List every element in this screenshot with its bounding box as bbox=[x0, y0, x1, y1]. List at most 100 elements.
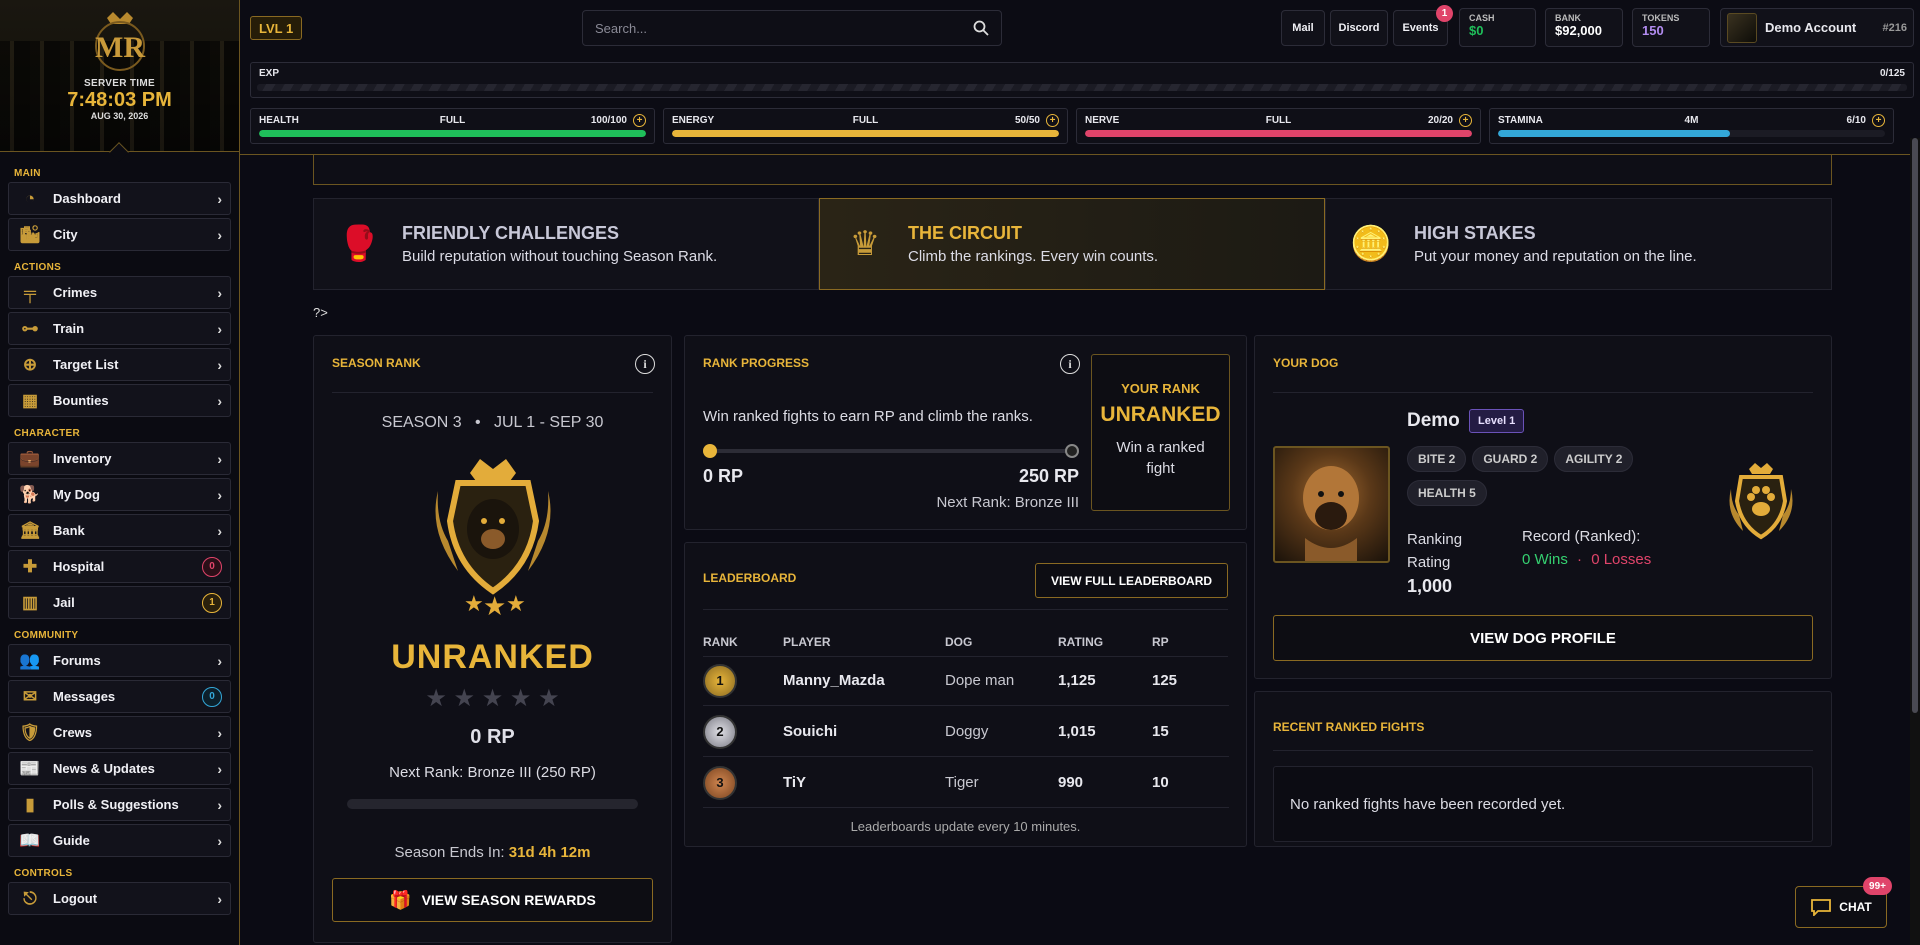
bar-status: 4M bbox=[1684, 115, 1699, 126]
bank-stat[interactable]: BANK $92,000 bbox=[1545, 8, 1623, 47]
your-dog-title: YOUR DOG bbox=[1273, 356, 1339, 370]
player-name[interactable]: TiY bbox=[783, 774, 806, 791]
sidebar-item-label: Dashboard bbox=[53, 191, 121, 206]
rank-medal-icon: 1 bbox=[703, 663, 737, 698]
sidebar-item-crews[interactable]: 🛡 Crews › bbox=[8, 716, 231, 749]
season-info-icon[interactable]: i bbox=[635, 354, 655, 374]
sidebar-item-jail[interactable]: ▥ Jail 1 bbox=[8, 586, 231, 619]
sidebar-item-label: Logout bbox=[53, 891, 98, 906]
sidebar-item-hospital[interactable]: ✚ Hospital 0 bbox=[8, 550, 231, 583]
sidebar-item-forums[interactable]: 👥 Forums › bbox=[8, 644, 231, 677]
sidebar-item-crimes[interactable]: ╤ Crimes › bbox=[8, 276, 231, 309]
progress-info-icon[interactable]: i bbox=[1060, 354, 1080, 374]
events-button[interactable]: Events 1 bbox=[1393, 5, 1453, 46]
chat-bubble-icon bbox=[1811, 899, 1832, 916]
bar-track bbox=[672, 130, 1059, 137]
table-row[interactable]: 1 Manny_Mazda Dope man 1,125 125 bbox=[703, 656, 1229, 706]
season-ends-label: Season Ends In: bbox=[394, 844, 505, 861]
table-row[interactable]: 2 Souichi Doggy 1,015 15 bbox=[703, 707, 1229, 757]
sidebar-item-inventory[interactable]: 💼 Inventory › bbox=[8, 442, 231, 475]
player-name[interactable]: Souichi bbox=[783, 723, 837, 740]
season-next-rank: Next Rank: Bronze III (250 RP) bbox=[389, 764, 596, 781]
sidebar-item-dashboard[interactable]: ◔ Dashboard › bbox=[8, 182, 231, 215]
view-dog-profile-button[interactable]: VIEW DOG PROFILE bbox=[1273, 615, 1813, 661]
rank-progress-card: RANK PROGRESS i Win ranked fights to ear… bbox=[684, 335, 1247, 530]
sidebar-item-label: Forums bbox=[53, 653, 101, 668]
sidebar-item-messages[interactable]: ✉ Messages 0 bbox=[8, 680, 231, 713]
bar-fill bbox=[1085, 130, 1472, 137]
divider bbox=[332, 392, 653, 393]
leaderboard-card: LEADERBOARD VIEW FULL LEADERBOARD RANK PL… bbox=[684, 542, 1247, 847]
bar-track bbox=[259, 130, 646, 137]
exp-track bbox=[257, 84, 1907, 91]
column-header: RANK bbox=[703, 635, 738, 649]
rottweiler-crest-icon: ★ ★ ★ bbox=[418, 451, 568, 621]
scrollbar-thumb[interactable] bbox=[1912, 138, 1918, 713]
search-box[interactable] bbox=[582, 10, 1002, 46]
sidebar-item-bank[interactable]: 🏛 Bank › bbox=[8, 514, 231, 547]
discord-button[interactable]: Discord bbox=[1330, 10, 1388, 46]
tokens-stat[interactable]: TOKENS 150 bbox=[1632, 8, 1710, 47]
users-icon: 👥 bbox=[19, 650, 41, 670]
table-row[interactable]: 3 TiY Tiger 990 10 bbox=[703, 758, 1229, 808]
chat-button[interactable]: CHAT 99+ bbox=[1795, 877, 1892, 928]
sidebar-item-label: My Dog bbox=[53, 487, 100, 502]
column-header: DOG bbox=[945, 635, 973, 649]
mode-tab-the-circuit[interactable]: ♛ THE CIRCUIT Climb the rankings. Every … bbox=[819, 198, 1325, 290]
leaderboard-title: LEADERBOARD bbox=[703, 571, 797, 585]
mode-tab-high-stakes[interactable]: 🪙 HIGH STAKES Put your money and reputat… bbox=[1325, 198, 1832, 290]
view-full-leaderboard-button[interactable]: VIEW FULL LEADERBOARD bbox=[1035, 563, 1228, 598]
season-ends: Season Ends In: 31d 4h 12m bbox=[314, 844, 671, 861]
sidebar-item-news-updates[interactable]: 📰 News & Updates › bbox=[8, 752, 231, 785]
dog-icon: 🐕 bbox=[19, 484, 41, 504]
sidebar-section-title: CONTROLS bbox=[14, 868, 73, 879]
rp-current-marker bbox=[703, 444, 717, 458]
sidebar-item-target-list[interactable]: ⊕ Target List › bbox=[8, 348, 231, 381]
exp-value: 0/125 bbox=[1879, 68, 1905, 79]
mail-button[interactable]: Mail bbox=[1281, 10, 1325, 46]
mr-logo[interactable]: MR bbox=[85, 10, 155, 74]
dog-portrait[interactable] bbox=[1273, 446, 1390, 563]
main-content: 🥊 FRIENDLY CHALLENGES Build reputation w… bbox=[240, 155, 1920, 945]
svg-text:★: ★ bbox=[483, 591, 506, 616]
stamina-bar[interactable]: STAMINA 6/10 + 4M bbox=[1489, 108, 1894, 144]
chevron-right-icon: › bbox=[217, 724, 222, 741]
energy-bar[interactable]: ENERGY 50/50 + FULL bbox=[663, 108, 1068, 144]
sidebar-item-logout[interactable]: ⎋ Logout › bbox=[8, 882, 231, 915]
sidebar-item-polls-suggestions[interactable]: ▮ Polls & Suggestions › bbox=[8, 788, 231, 821]
envelope-icon: ✉ bbox=[22, 686, 38, 706]
speedometer-icon: ◔ bbox=[24, 188, 36, 208]
nerve-bar[interactable]: NERVE 20/20 + FULL bbox=[1076, 108, 1481, 144]
sidebar-item-label: Inventory bbox=[53, 451, 112, 466]
mode-title: THE CIRCUIT bbox=[908, 223, 1022, 243]
events-label: Events bbox=[1402, 22, 1439, 34]
tokens-label: TOKENS bbox=[1642, 13, 1680, 23]
mode-tab-friendly-challenges[interactable]: 🥊 FRIENDLY CHALLENGES Build reputation w… bbox=[313, 198, 819, 290]
chat-badge: 99+ bbox=[1863, 877, 1892, 895]
account-button[interactable]: Demo Account #216 bbox=[1720, 8, 1914, 47]
rank-stars: ★ ★ ★ ★ ★ bbox=[425, 685, 560, 712]
search-icon[interactable] bbox=[973, 20, 989, 36]
svg-text:★: ★ bbox=[506, 591, 526, 616]
boxing-gloves-icon: 🥊 bbox=[337, 225, 381, 263]
mode-description: Build reputation without touching Season… bbox=[402, 248, 718, 265]
previous-panel-edge bbox=[313, 155, 1832, 185]
logout-door-icon: ⎋ bbox=[23, 888, 37, 908]
sidebar-item-label: City bbox=[53, 227, 78, 242]
page-scrollbar[interactable] bbox=[1910, 138, 1920, 945]
cash-stat[interactable]: CASH $0 bbox=[1459, 8, 1536, 47]
level-badge[interactable]: LVL 1 bbox=[250, 16, 303, 40]
search-input[interactable] bbox=[595, 20, 973, 36]
health-bar[interactable]: HEALTH 100/100 + FULL bbox=[250, 108, 655, 144]
rp-target-marker bbox=[1065, 444, 1079, 458]
sidebar-item-train[interactable]: ⊶ Train › bbox=[8, 312, 231, 345]
sidebar-item-city[interactable]: 🏙 City › bbox=[8, 218, 231, 251]
view-season-rewards-button[interactable]: 🎁 VIEW SEASON REWARDS bbox=[332, 878, 653, 922]
sidebar-item-guide[interactable]: 📖 Guide › bbox=[8, 824, 231, 857]
rp-cell: 15 bbox=[1152, 723, 1169, 740]
sidebar-item-my-dog[interactable]: 🐕 My Dog › bbox=[8, 478, 231, 511]
season-rank-card: SEASON RANK i SEASON 3 • JUL 1 - SEP 30 … bbox=[313, 335, 672, 943]
your-rank-box: YOUR RANK UNRANKED Win a ranked fight bbox=[1091, 354, 1230, 511]
player-name[interactable]: Manny_Mazda bbox=[783, 672, 885, 689]
sidebar-item-bounties[interactable]: ▦ Bounties › bbox=[8, 384, 231, 417]
